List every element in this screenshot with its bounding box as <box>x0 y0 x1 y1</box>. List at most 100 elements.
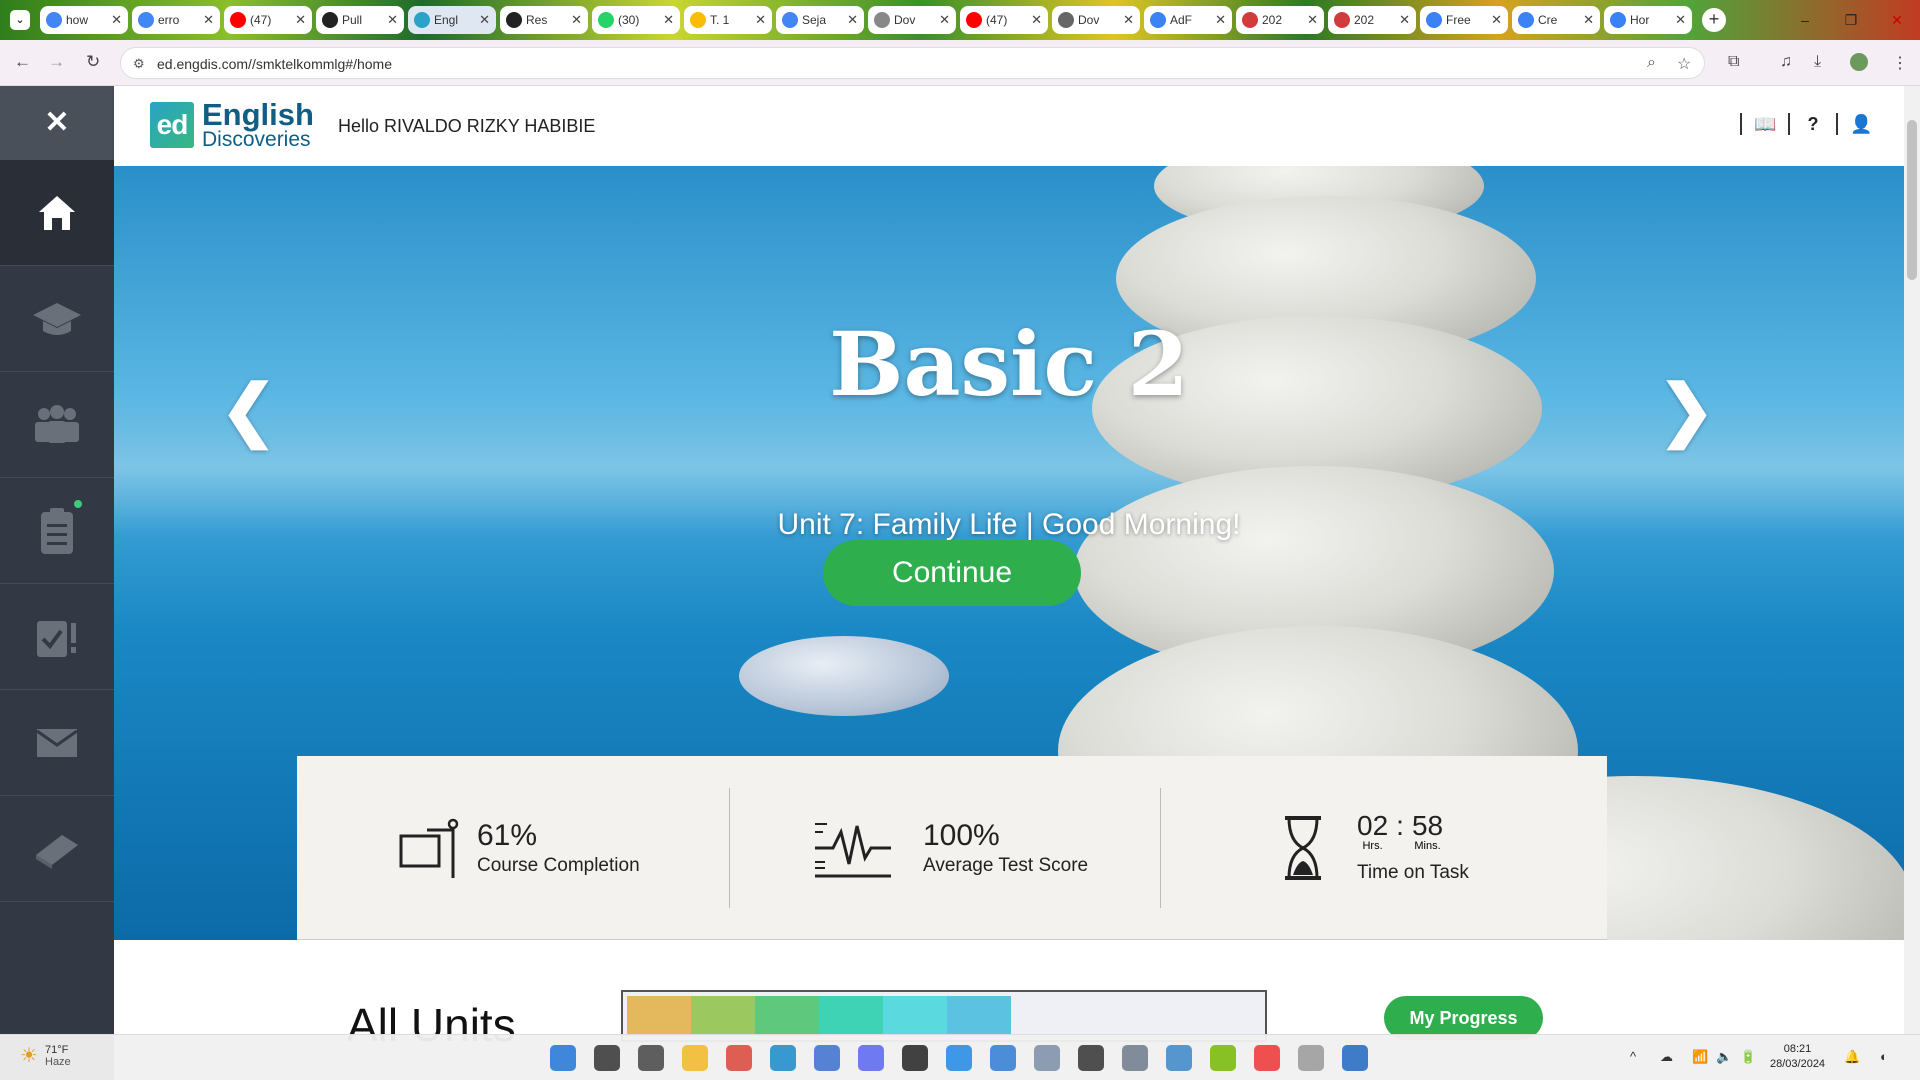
browser-tab[interactable]: T. 1 ✕ <box>684 6 772 34</box>
close-tab-icon[interactable]: ✕ <box>1491 12 1502 28</box>
browser-tab[interactable]: Dov ✕ <box>1052 6 1140 34</box>
bookmark-star-icon[interactable]: ☆ <box>1677 54 1691 74</box>
close-tab-icon[interactable]: ✕ <box>847 12 858 28</box>
close-tab-icon[interactable]: ✕ <box>479 12 490 28</box>
english-discoveries-logo[interactable]: ed English Discoveries <box>150 99 314 150</box>
unit-progress-segment[interactable] <box>755 996 819 1036</box>
browser-tab[interactable]: 202 ✕ <box>1328 6 1416 34</box>
notification-bell-icon[interactable]: 🔔 <box>1844 1049 1860 1065</box>
discord-icon[interactable] <box>858 1045 884 1071</box>
browser-tab[interactable]: (47) ✕ <box>224 6 312 34</box>
help-icon[interactable]: ? <box>1802 114 1824 135</box>
sidebar-item-messages[interactable] <box>0 690 114 796</box>
unity-icon[interactable] <box>902 1045 928 1071</box>
browser-tab[interactable]: (30) ✕ <box>592 6 680 34</box>
browser-tab[interactable]: Engl ✕ <box>408 6 496 34</box>
mail-app-icon[interactable] <box>1298 1045 1324 1071</box>
reload-icon[interactable]: ↻ <box>86 52 100 72</box>
defender-icon[interactable] <box>1342 1045 1368 1071</box>
tab-search-button[interactable]: ⌄ <box>10 10 30 30</box>
close-tab-icon[interactable]: ✕ <box>1215 12 1226 28</box>
store-icon[interactable] <box>814 1045 840 1071</box>
close-tab-icon[interactable]: ✕ <box>1031 12 1042 28</box>
monitor-icon[interactable] <box>1034 1045 1060 1071</box>
browser-tab[interactable]: Cre ✕ <box>1512 6 1600 34</box>
show-hidden-icons[interactable]: ^ <box>1630 1049 1636 1064</box>
back-icon[interactable]: ← <box>14 52 31 72</box>
close-tab-icon[interactable]: ✕ <box>663 12 674 28</box>
address-bar[interactable]: ⚙ ed.engdis.com//smktelkommlg#/home ⌕ ☆ <box>120 47 1705 79</box>
close-tab-icon[interactable]: ✕ <box>1399 12 1410 28</box>
sidebar-item-assignments[interactable] <box>0 478 114 584</box>
unit-progress-segment[interactable] <box>819 996 883 1036</box>
close-tab-icon[interactable]: ✕ <box>755 12 766 28</box>
figma-icon[interactable] <box>1078 1045 1104 1071</box>
system-clock[interactable]: 08:21 28/03/2024 <box>1770 1042 1825 1072</box>
browser-tab[interactable]: Dov ✕ <box>868 6 956 34</box>
close-tab-icon[interactable]: ✕ <box>571 12 582 28</box>
forward-icon[interactable]: → <box>48 52 65 72</box>
sidebar-item-library[interactable] <box>0 796 114 902</box>
close-tab-icon[interactable]: ✕ <box>1123 12 1134 28</box>
sidebar-item-home[interactable] <box>0 160 114 266</box>
close-tab-icon[interactable]: ✕ <box>295 12 306 28</box>
sidebar-item-community[interactable] <box>0 372 114 478</box>
scrollbar-thumb[interactable] <box>1907 120 1917 280</box>
task-view-icon[interactable] <box>638 1045 664 1071</box>
browser-tab[interactable]: Hor ✕ <box>1604 6 1692 34</box>
browser-tab[interactable]: Pull ✕ <box>316 6 404 34</box>
nvidia-icon[interactable] <box>1210 1045 1236 1071</box>
photos-icon[interactable] <box>1166 1045 1192 1071</box>
notepad-icon[interactable] <box>990 1045 1016 1071</box>
browser-tab[interactable]: erro ✕ <box>132 6 220 34</box>
sidebar-close-button[interactable]: ✕ <box>0 86 114 160</box>
sidebar-item-courses[interactable] <box>0 266 114 372</box>
volume-icon[interactable]: 🔈 <box>1716 1049 1732 1065</box>
close-tab-icon[interactable]: ✕ <box>1307 12 1318 28</box>
close-window-button[interactable]: ✕ <box>1874 0 1920 40</box>
zoom-icon[interactable]: ⌕ <box>1647 54 1656 72</box>
extensions-icon[interactable]: ⧉ <box>1728 53 1739 71</box>
settings-icon[interactable] <box>1122 1045 1148 1071</box>
media-control-icon[interactable]: ♫ <box>1780 53 1792 71</box>
file-explorer-icon[interactable] <box>682 1045 708 1071</box>
close-tab-icon[interactable]: ✕ <box>1675 12 1686 28</box>
page-scrollbar[interactable] <box>1904 86 1920 1080</box>
chrome-icon[interactable] <box>726 1045 752 1071</box>
edge-icon[interactable] <box>770 1045 796 1071</box>
browser-tab[interactable]: Free ✕ <box>1420 6 1508 34</box>
new-tab-button[interactable]: + <box>1702 8 1726 32</box>
search-icon[interactable] <box>594 1045 620 1071</box>
site-info-icon[interactable]: ⚙ <box>133 56 145 72</box>
close-tab-icon[interactable]: ✕ <box>111 12 122 28</box>
browser-tab[interactable]: 202 ✕ <box>1236 6 1324 34</box>
prev-arrow-icon[interactable]: ❮ <box>220 371 277 450</box>
browser-tab[interactable]: Res ✕ <box>500 6 588 34</box>
maximize-button[interactable]: ❐ <box>1828 0 1874 40</box>
continue-button[interactable]: Continue <box>823 540 1081 606</box>
browser-tab[interactable]: AdF ✕ <box>1144 6 1232 34</box>
wifi-icon[interactable]: 📶 <box>1692 1049 1708 1065</box>
close-tab-icon[interactable]: ✕ <box>203 12 214 28</box>
browser-tab[interactable]: (47) ✕ <box>960 6 1048 34</box>
unit-progress-segment[interactable] <box>947 996 1011 1036</box>
copilot-icon[interactable]: ◐ <box>1880 1049 1888 1064</box>
sidebar-item-tests[interactable] <box>0 584 114 690</box>
unit-progress-segment[interactable] <box>691 996 755 1036</box>
onedrive-icon[interactable]: ☁ <box>1660 1049 1673 1065</box>
close-tab-icon[interactable]: ✕ <box>1583 12 1594 28</box>
vscode-icon[interactable] <box>946 1045 972 1071</box>
dictionary-book-icon[interactable]: 📖 <box>1754 114 1776 135</box>
close-tab-icon[interactable]: ✕ <box>387 12 398 28</box>
weather-widget[interactable]: ☀ 71°F Haze <box>20 1043 71 1068</box>
user-profile-icon[interactable]: 👤 <box>1850 114 1872 135</box>
unit-progress-segment[interactable] <box>883 996 947 1036</box>
unit-progress-segment[interactable] <box>627 996 691 1036</box>
close-tab-icon[interactable]: ✕ <box>939 12 950 28</box>
browser-tab[interactable]: Seja ✕ <box>776 6 864 34</box>
windows-start-icon[interactable] <box>550 1045 576 1071</box>
battery-icon[interactable]: 🔋 <box>1740 1049 1756 1065</box>
profile-avatar[interactable] <box>1850 53 1868 71</box>
browser-tab[interactable]: how ✕ <box>40 6 128 34</box>
download-icon[interactable]: ⤓ <box>1814 53 1821 71</box>
